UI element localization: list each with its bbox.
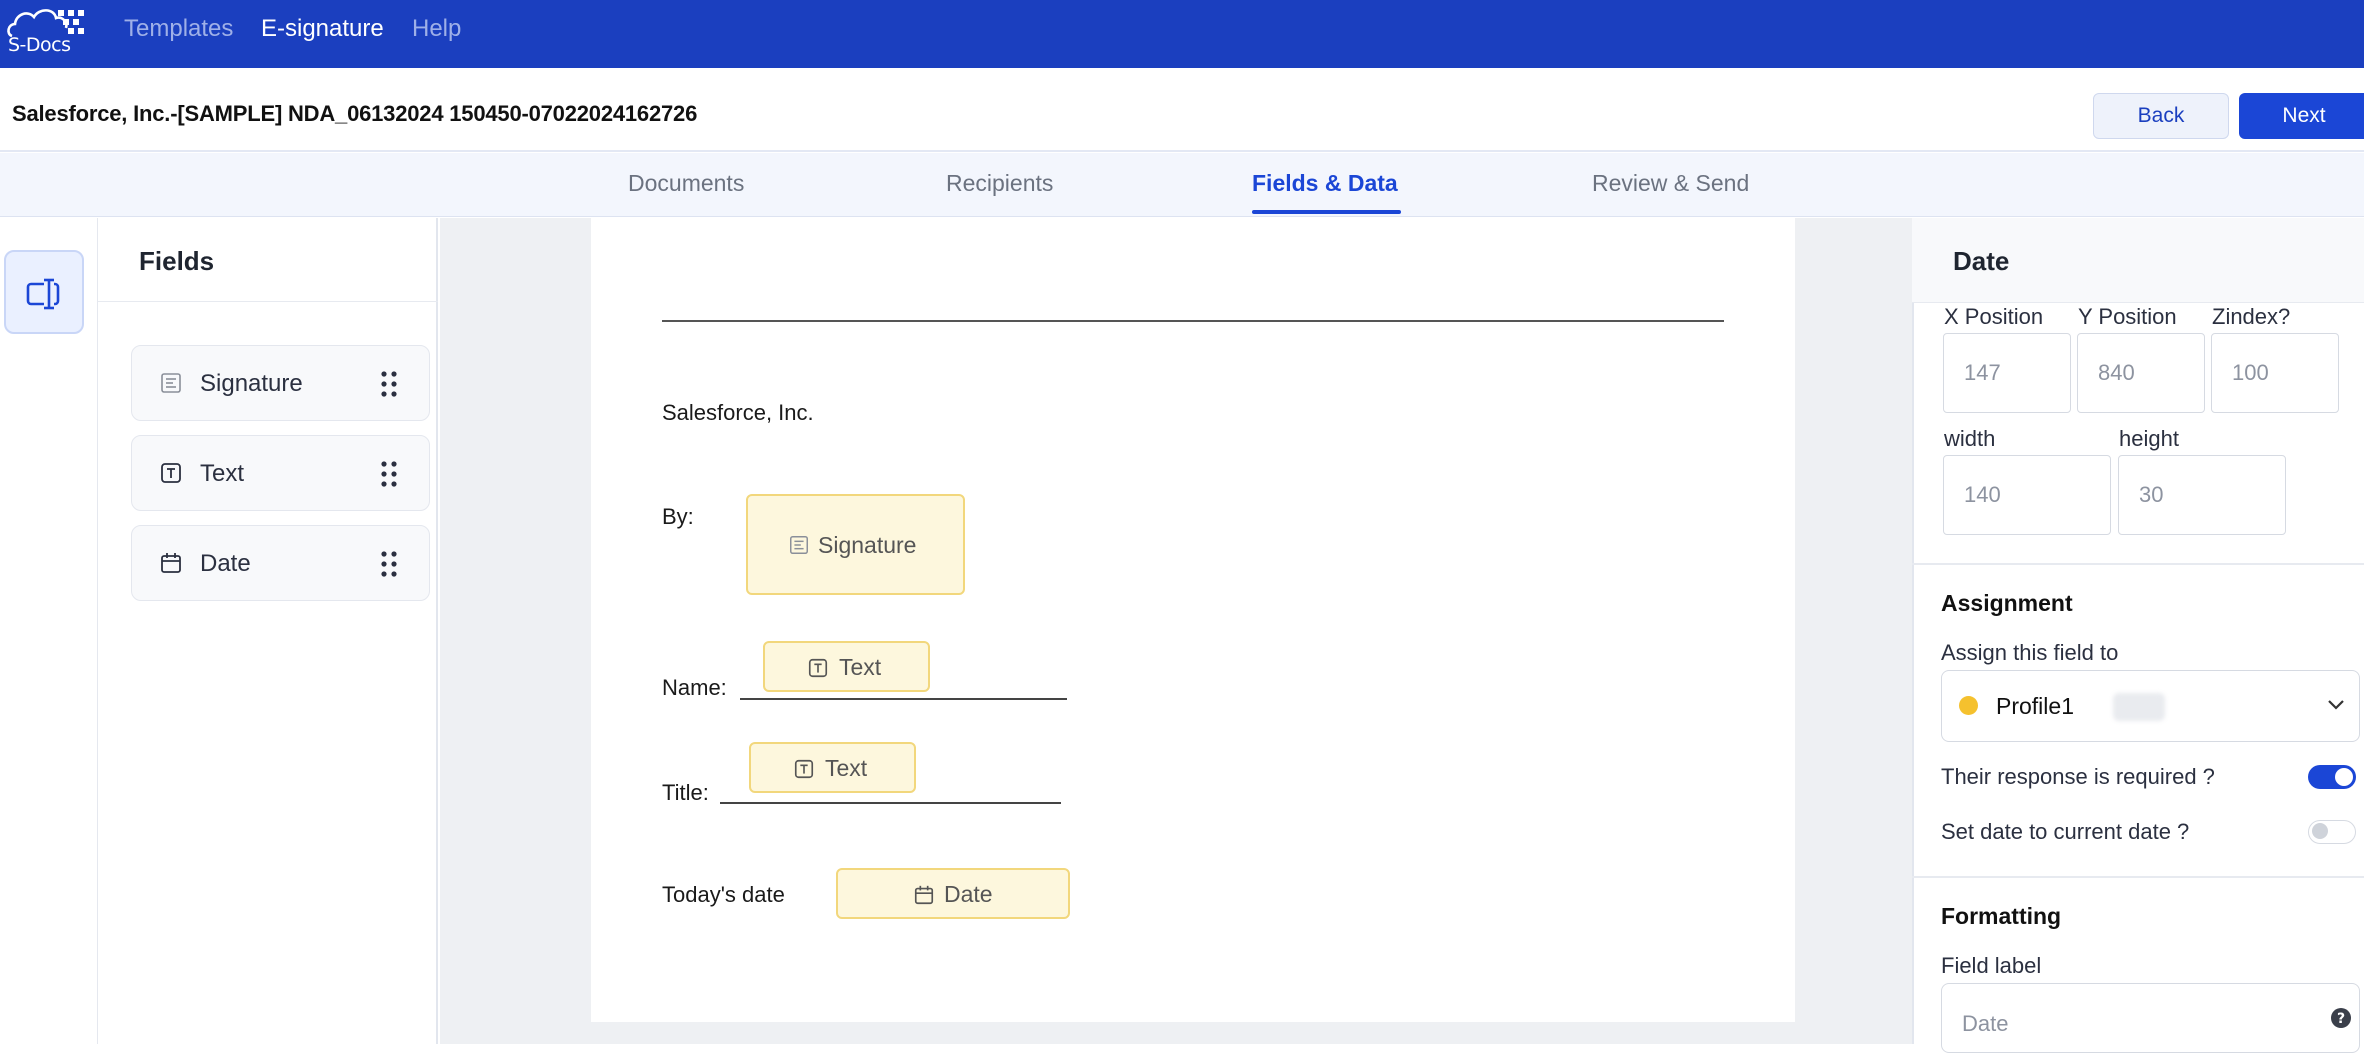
company-name-text: Salesforce, Inc. bbox=[662, 400, 814, 425]
zindex-input[interactable]: 100 bbox=[2211, 333, 2339, 413]
x-position-input[interactable]: 147 bbox=[1943, 333, 2071, 413]
section-divider bbox=[1912, 876, 2364, 878]
signature-icon bbox=[161, 373, 181, 393]
response-required-label: Their response is required ? bbox=[1941, 764, 2215, 789]
field-label-placeholder: Date bbox=[1962, 1011, 2009, 1036]
drag-handle-icon[interactable] bbox=[379, 370, 399, 398]
redacted-email bbox=[2113, 693, 2165, 721]
toggle-knob bbox=[2312, 823, 2328, 839]
recipient-color-dot bbox=[1959, 696, 1978, 715]
properties-title: Date bbox=[1953, 246, 2010, 276]
tab-documents[interactable]: Documents bbox=[628, 170, 744, 197]
drag-handle-icon[interactable] bbox=[379, 460, 399, 488]
assign-field-label: Assign this field to bbox=[1941, 640, 2119, 665]
fields-panel-title: Fields bbox=[139, 246, 215, 276]
field-item-signature[interactable]: Signature bbox=[131, 345, 430, 421]
width-input[interactable]: 140 bbox=[1943, 455, 2111, 535]
chevron-down-icon bbox=[2328, 700, 2344, 710]
top-navigation-bar: S-Docs Templates E-signature Help bbox=[0, 0, 2364, 68]
title-text-field-placed[interactable]: Text bbox=[749, 742, 916, 793]
tab-recipients[interactable]: Recipients bbox=[946, 170, 1053, 197]
help-icon[interactable]: ? bbox=[2330, 1007, 2352, 1029]
signature-field-placed[interactable]: Signature bbox=[746, 494, 965, 595]
name-text-field-placed[interactable]: Text bbox=[763, 641, 930, 692]
by-label: By: bbox=[662, 504, 694, 529]
nav-templates[interactable]: Templates bbox=[124, 15, 233, 43]
field-item-label: Signature bbox=[200, 370, 303, 397]
section-divider bbox=[1912, 563, 2364, 565]
fields-tool-button[interactable] bbox=[4, 250, 84, 334]
signature-icon bbox=[790, 536, 808, 554]
title-underline bbox=[720, 802, 1061, 804]
placed-field-label: Text bbox=[839, 654, 882, 680]
step-tabs: Documents Recipients Fields & Data Revie… bbox=[0, 153, 2364, 217]
left-tool-rail bbox=[0, 218, 98, 1044]
text-icon bbox=[794, 759, 814, 779]
tab-review-and-send[interactable]: Review & Send bbox=[1592, 170, 1749, 197]
x-position-label: X Position bbox=[1944, 304, 2044, 329]
field-item-date[interactable]: Date bbox=[131, 525, 430, 601]
field-item-label: Text bbox=[200, 460, 245, 487]
zindex-label: Zindex? bbox=[2212, 304, 2291, 329]
zindex-value: 100 bbox=[2232, 360, 2269, 385]
assignee-select[interactable]: Profile1 bbox=[1941, 670, 2360, 742]
assignee-name: Profile1 bbox=[1996, 693, 2074, 719]
response-required-toggle[interactable] bbox=[2308, 765, 2356, 789]
text-icon bbox=[161, 463, 181, 483]
text-field-icon bbox=[26, 278, 60, 310]
height-input[interactable]: 30 bbox=[2118, 455, 2286, 535]
calendar-icon bbox=[914, 885, 934, 905]
logo-text: S-Docs bbox=[8, 34, 71, 56]
active-tab-indicator bbox=[1252, 210, 1401, 214]
width-label: width bbox=[1944, 426, 1996, 451]
nav-help[interactable]: Help bbox=[412, 15, 461, 43]
drag-handle-icon[interactable] bbox=[379, 550, 399, 578]
field-item-text[interactable]: Text bbox=[131, 435, 430, 511]
y-position-value: 840 bbox=[2098, 360, 2135, 385]
cloud-logo-icon bbox=[7, 9, 84, 38]
next-button[interactable]: Next bbox=[2239, 93, 2364, 139]
y-position-input[interactable]: 840 bbox=[2077, 333, 2205, 413]
s-docs-logo[interactable]: S-Docs bbox=[6, 4, 90, 62]
document-title: Salesforce, Inc.-[SAMPLE] NDA_06132024 1… bbox=[12, 101, 698, 126]
formatting-section-title: Formatting bbox=[1941, 903, 2062, 929]
current-date-toggle[interactable] bbox=[2308, 820, 2356, 844]
svg-text:?: ? bbox=[2337, 1011, 2345, 1027]
todays-date-label: Today's date bbox=[662, 882, 785, 907]
nav-e-signature[interactable]: E-signature bbox=[261, 15, 384, 43]
calendar-icon bbox=[161, 553, 181, 573]
field-label-caption: Field label bbox=[1941, 953, 2042, 978]
title-label: Title: bbox=[662, 780, 709, 805]
x-position-value: 147 bbox=[1964, 360, 2001, 385]
current-date-label: Set date to current date ? bbox=[1941, 819, 2190, 844]
field-label-input[interactable]: Date ? bbox=[1941, 983, 2360, 1053]
document-header: Salesforce, Inc.-[SAMPLE] NDA_06132024 1… bbox=[0, 68, 2364, 152]
height-label: height bbox=[2119, 426, 2179, 451]
date-field-placed[interactable]: Date bbox=[836, 868, 1070, 919]
fields-panel bbox=[98, 218, 438, 1044]
height-value: 30 bbox=[2139, 482, 2164, 507]
back-button[interactable]: Back bbox=[2093, 93, 2229, 139]
field-item-label: Date bbox=[200, 550, 251, 577]
text-icon bbox=[808, 658, 828, 678]
document-divider-line bbox=[662, 320, 1724, 322]
toggle-knob bbox=[2335, 768, 2353, 786]
placed-field-label: Date bbox=[944, 881, 993, 907]
placed-field-label: Signature bbox=[818, 532, 917, 558]
placed-field-label: Text bbox=[825, 755, 868, 781]
assignment-section-title: Assignment bbox=[1941, 590, 2073, 616]
tab-fields-and-data[interactable]: Fields & Data bbox=[1252, 170, 1398, 197]
y-position-label: Y Position bbox=[2078, 304, 2177, 329]
name-underline bbox=[740, 698, 1067, 700]
width-value: 140 bbox=[1964, 482, 2001, 507]
name-label: Name: bbox=[662, 675, 727, 700]
